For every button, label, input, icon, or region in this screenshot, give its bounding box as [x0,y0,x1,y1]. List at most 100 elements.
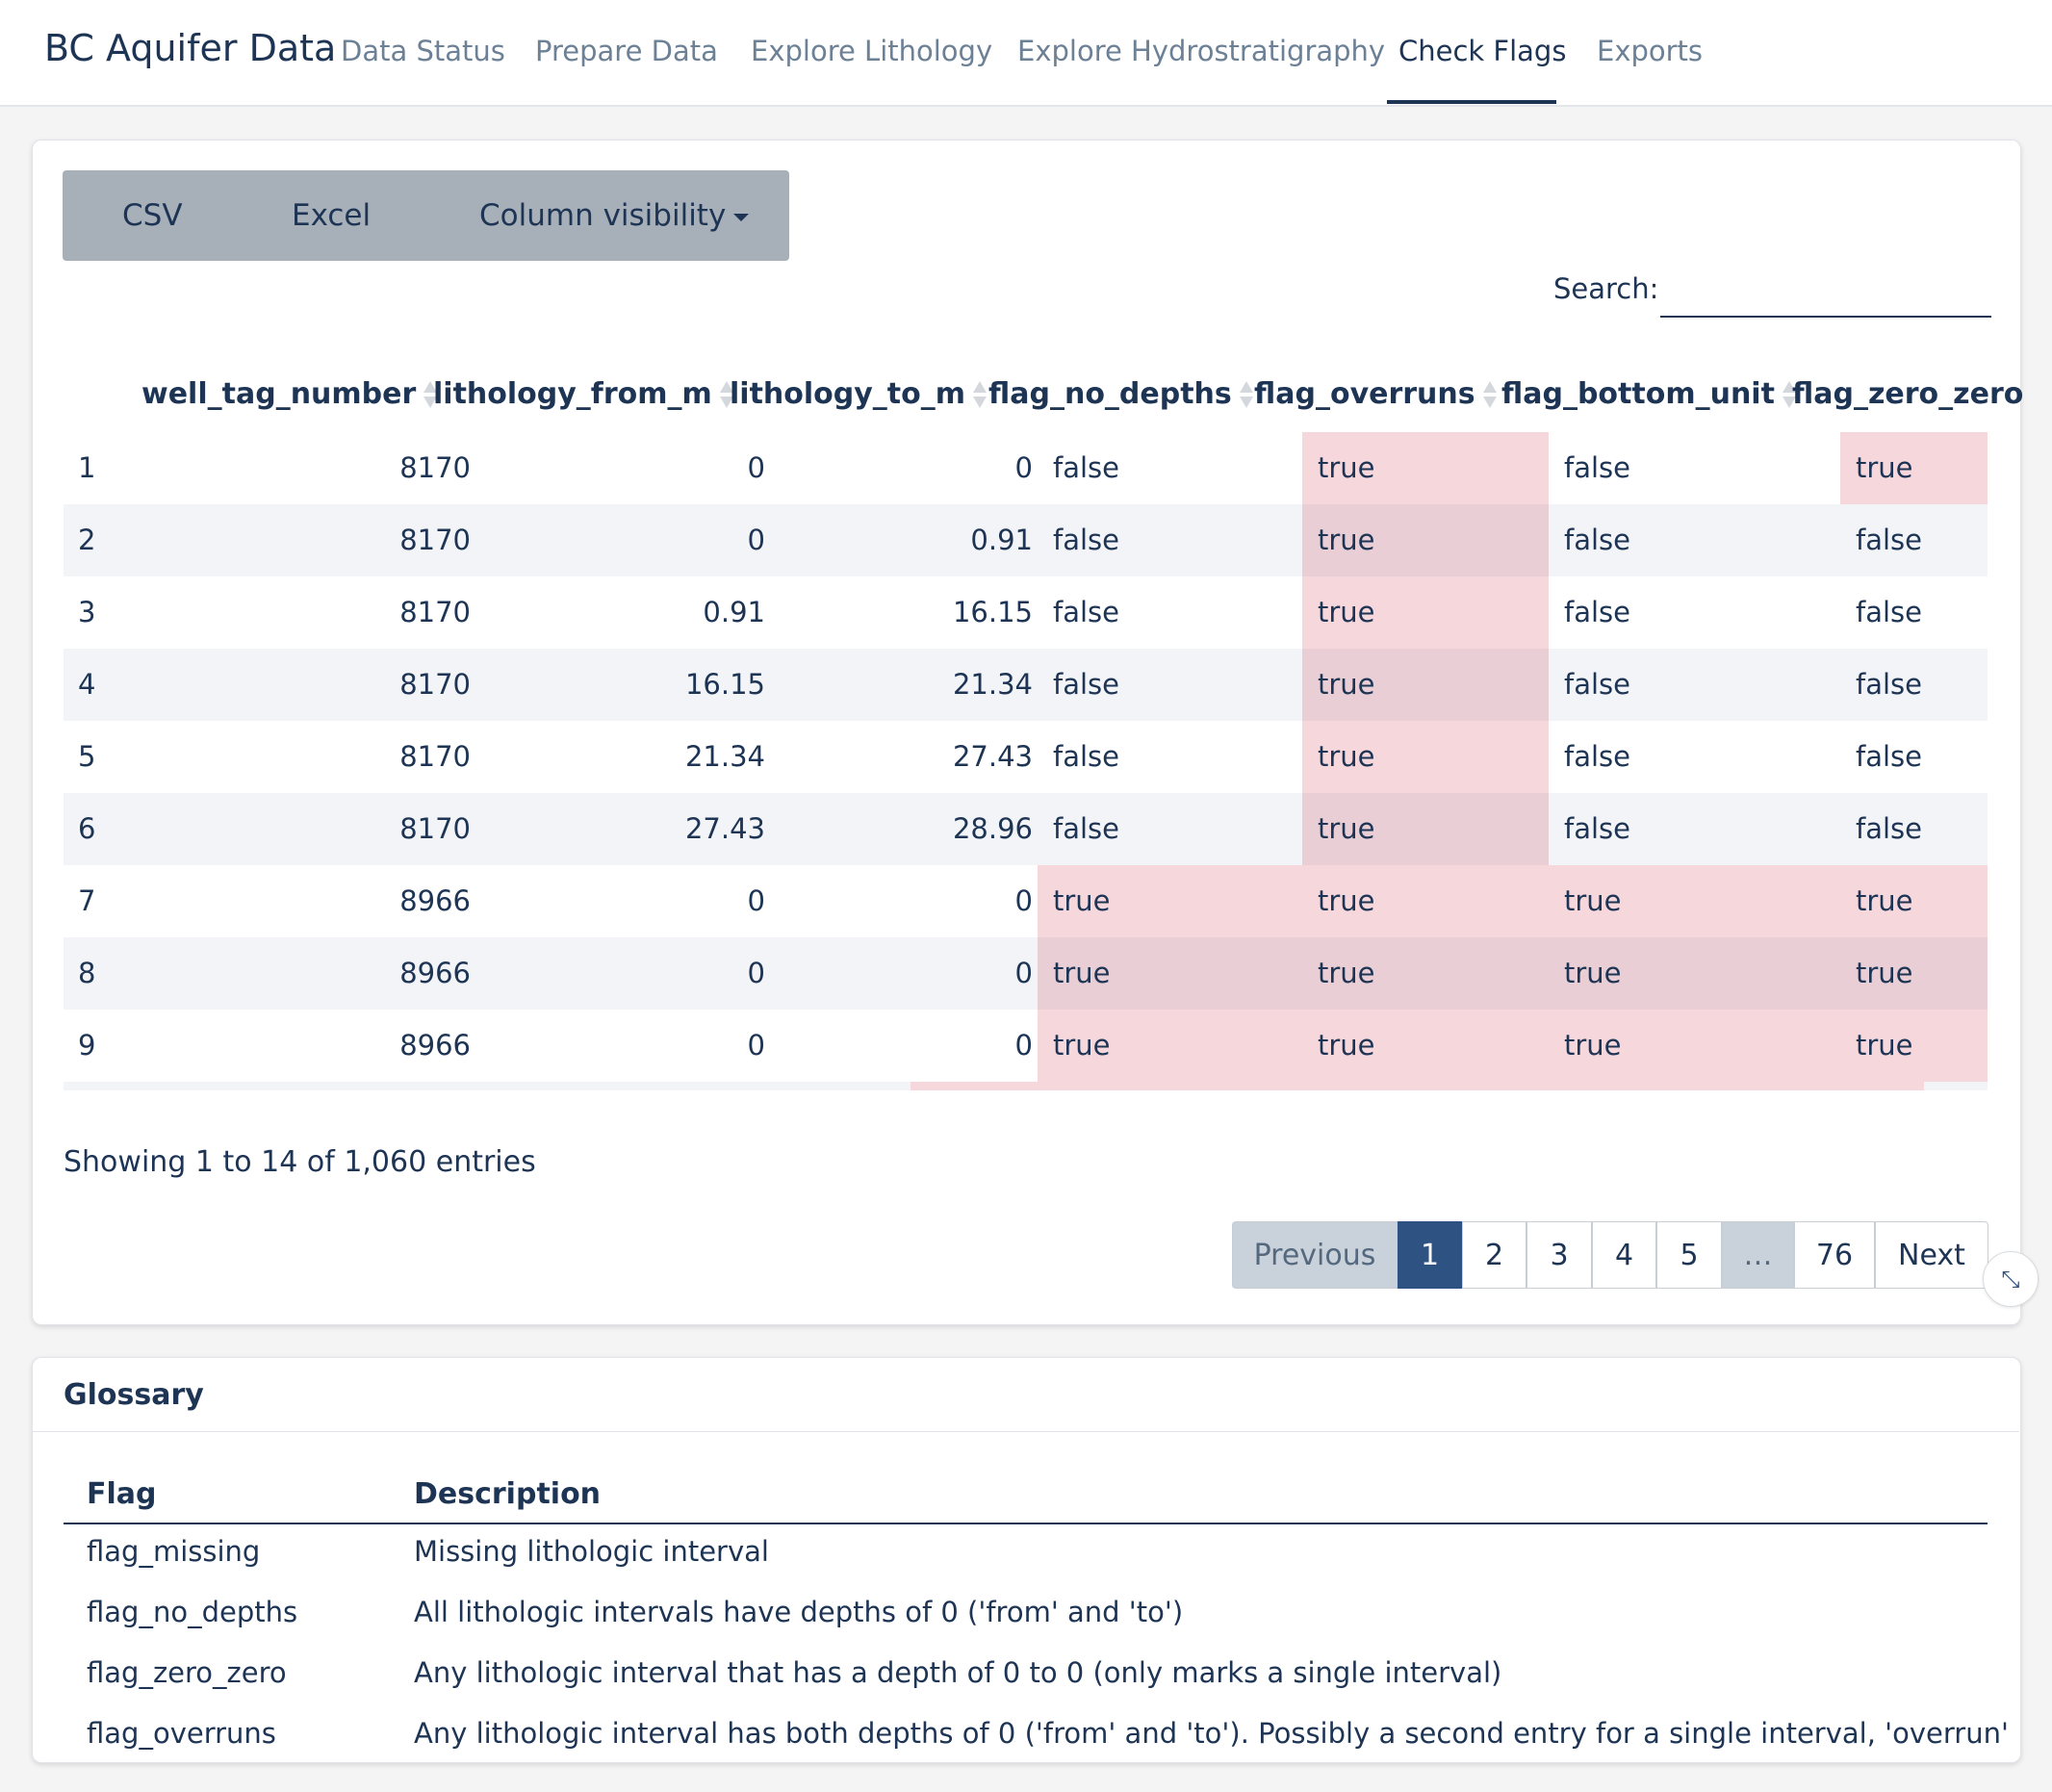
row-index-cell: 8 [78,957,96,989]
table-cell-flag-overruns: true [1302,649,1549,721]
table-cell-lithology-to-m: 0 [1014,884,1033,917]
next-page-button[interactable]: Next [1875,1221,1988,1289]
table-cell-flag-overruns: true [1302,937,1549,1010]
glossary-flag-name: flag_missing [87,1535,261,1568]
col-header-label: flag_bottom_unit [1501,377,1775,411]
col-header-lithology-to-m[interactable]: lithology_to_m [730,377,988,412]
table-cell-flag-zero-zero: true [1840,1010,1988,1082]
page-button-5[interactable]: 5 [1656,1221,1722,1289]
glossary-description: Missing lithologic interval [414,1535,769,1568]
table-cell-flag-overruns: true [1302,432,1549,504]
table-cell-flag-overruns: true [1302,504,1549,576]
previous-page-button[interactable]: Previous [1232,1221,1398,1289]
expand-icon[interactable]: ⤡ [1983,1251,2039,1307]
col-header-label: flag_zero_zero [1792,377,2024,411]
sort-icon [1239,379,1253,412]
glossary-header-rule [64,1523,1988,1524]
page-button-76[interactable]: 76 [1794,1221,1875,1289]
table-cell-flag-no-depths: false [1053,524,1119,556]
table-cell-flag-no-depths: true [1038,865,1302,937]
glossary-description: Any lithologic interval has both depths … [414,1717,2009,1750]
glossary-flag-name: flag_zero_zero [87,1656,287,1689]
table-cell-well-tag-number: 8170 [399,451,471,484]
col-header-flag-overruns[interactable]: flag_overruns [1254,377,1497,412]
col-header-lithology-from-m[interactable]: lithology_from_m [433,377,733,412]
table-cell-lithology-to-m: 28.96 [952,812,1033,845]
row-index-cell: 7 [78,884,96,917]
table-cell-flag-no-depths: false [1053,740,1119,773]
navbar: BC Aquifer Data Data Status Prepare Data… [0,0,2052,107]
col-header-label: lithology_from_m [433,377,712,411]
page-button-2[interactable]: 2 [1462,1221,1526,1289]
column-visibility-button[interactable]: Column visibility [479,198,750,233]
table-cell-lithology-to-m: 0 [1014,1029,1033,1062]
glossary-header-flag: Flag [87,1477,157,1511]
table-cell-lithology-to-m: 0 [1014,451,1033,484]
table-cell-flag-bottom-unit: true [1549,865,1840,937]
entries-info: Showing 1 to 14 of 1,060 entries [64,1145,536,1179]
active-tab-indicator [1387,100,1556,104]
table-cell-flag-no-depths: false [1053,451,1119,484]
nav-check-flags[interactable]: Check Flags [1398,35,1566,67]
table-cell-flag-no-depths: false [1053,668,1119,701]
glossary-description: All lithologic intervals have depths of … [414,1596,1184,1628]
table-cell-lithology-from-m: 21.34 [684,740,765,773]
col-header-flag-no-depths[interactable]: flag_no_depths [988,377,1253,412]
nav-prepare-data[interactable]: Prepare Data [535,35,718,67]
table-cell-flag-overruns: true [1302,793,1549,865]
excel-button[interactable]: Excel [292,198,371,233]
page-button-3[interactable]: 3 [1526,1221,1592,1289]
glossary-header-description: Description [414,1477,602,1511]
table-row-partial-highlight [911,1082,1924,1090]
nav-data-status[interactable]: Data Status [341,35,505,67]
export-button-group: CSV Excel Column visibility [63,170,789,261]
page-button-1[interactable]: 1 [1398,1221,1462,1289]
table-cell-lithology-from-m: 0 [747,957,765,989]
table-cell-flag-zero-zero: false [1856,596,1922,628]
table-cell-well-tag-number: 8170 [399,524,471,556]
table-cell-well-tag-number: 8966 [399,957,471,989]
nav-explore-hydrostratigraphy[interactable]: Explore Hydrostratigraphy [1017,35,1385,67]
table-cell-lithology-to-m: 0.91 [970,524,1033,556]
table-row: 3 8170 0.91 16.15 false true false false [64,576,1988,649]
table-cell-flag-overruns: true [1302,865,1549,937]
nav-explore-lithology[interactable]: Explore Lithology [751,35,992,67]
column-visibility-label: Column visibility [479,198,727,233]
caret-down-icon [733,213,750,221]
row-index-cell: 3 [78,596,96,628]
table-cell-lithology-from-m: 0.91 [703,596,765,628]
search-input[interactable] [1660,266,1991,318]
page-button-4[interactable]: 4 [1592,1221,1656,1289]
brand-title[interactable]: BC Aquifer Data [44,27,336,69]
table-cell-flag-bottom-unit: false [1564,740,1630,773]
table-cell-flag-zero-zero: false [1856,740,1922,773]
csv-button[interactable]: CSV [122,198,183,233]
table-cell-flag-zero-zero: false [1856,668,1922,701]
table-cell-flag-zero-zero: true [1840,432,1988,504]
row-index-cell: 6 [78,812,96,845]
sort-icon [1482,379,1497,412]
col-header-well-tag-number[interactable]: well_tag_number [141,377,438,412]
row-index-cell: 9 [78,1029,96,1062]
glossary-flag-name: flag_overruns [87,1717,276,1750]
table-cell-flag-zero-zero: true [1840,937,1988,1010]
sort-icon [973,379,988,412]
nav-exports[interactable]: Exports [1597,35,1703,67]
table-cell-flag-overruns: true [1302,576,1549,649]
table-cell-flag-no-depths: false [1053,812,1119,845]
table-body: 1 8170 0 0 false true false true 2 8170 0 0.91 false… [64,432,1988,1082]
row-index-cell: 1 [78,451,96,484]
table-cell-lithology-to-m: 21.34 [952,668,1033,701]
table-cell-flag-no-depths: true [1038,1010,1302,1082]
table-cell-flag-no-depths: false [1053,596,1119,628]
table-cell-well-tag-number: 8170 [399,812,471,845]
col-header-label: lithology_to_m [730,377,966,411]
row-index-cell: 5 [78,740,96,773]
col-header-flag-bottom-unit[interactable]: flag_bottom_unit [1501,377,1796,412]
col-header-flag-zero-zero[interactable]: flag_zero_zero [1792,377,2023,411]
table-cell-lithology-to-m: 16.15 [952,596,1033,628]
table-row: 7 8966 0 0 true true true true [64,865,1988,937]
table-cell-lithology-from-m: 27.43 [684,812,765,845]
table-cell-flag-zero-zero: true [1840,865,1988,937]
table-cell-flag-bottom-unit: true [1549,1010,1840,1082]
